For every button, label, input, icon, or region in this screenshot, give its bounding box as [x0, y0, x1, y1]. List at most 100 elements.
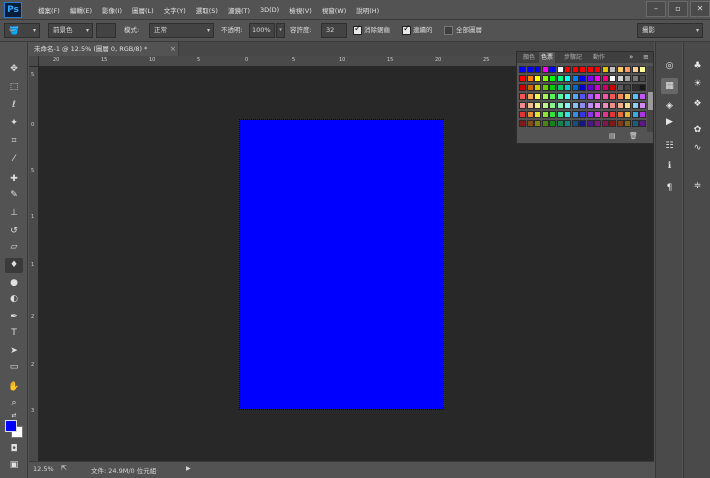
color-swatch[interactable] — [631, 111, 639, 118]
color-swatch[interactable] — [556, 111, 564, 118]
color-swatch[interactable] — [624, 66, 631, 73]
color-swatch[interactable] — [609, 120, 616, 127]
color-swatch[interactable] — [549, 102, 556, 109]
history-brush-tool-icon[interactable]: ↺ — [5, 224, 23, 239]
menu-item-9[interactable]: 視窗(W) — [317, 5, 352, 15]
tab-history[interactable]: 步驟記 — [562, 52, 584, 63]
color-swatch[interactable] — [579, 75, 586, 82]
color-swatch[interactable] — [586, 111, 594, 118]
layers-icon[interactable]: ◎ — [661, 58, 678, 74]
color-swatch[interactable] — [564, 111, 571, 118]
color-swatch[interactable] — [586, 84, 594, 91]
antialias-checkbox[interactable] — [353, 24, 362, 35]
color-swatch[interactable] — [534, 93, 541, 100]
eraser-tool-icon[interactable]: ▱ — [5, 240, 23, 255]
color-swatch[interactable] — [616, 75, 624, 82]
color-swatch[interactable] — [556, 66, 564, 73]
color-swatch[interactable] — [549, 84, 556, 91]
color-swatch[interactable] — [601, 66, 609, 73]
color-swatch[interactable] — [624, 120, 631, 127]
color-swatch[interactable] — [526, 66, 534, 73]
color-swatch[interactable] — [601, 111, 609, 118]
color-swatch[interactable] — [571, 102, 579, 109]
color-swatch[interactable] — [631, 66, 639, 73]
color-swatch[interactable] — [571, 111, 579, 118]
color-swatch[interactable] — [624, 93, 631, 100]
color-swatch[interactable] — [571, 84, 579, 91]
tolerance-field[interactable]: 32 — [321, 23, 347, 38]
color-swatch[interactable] — [519, 102, 526, 109]
menu-item-0[interactable]: 檔案(F) — [33, 5, 65, 15]
menu-item-6[interactable]: 濾鏡(T) — [223, 5, 255, 15]
color-swatch[interactable] — [586, 102, 594, 109]
export-icon[interactable]: ⇱ — [61, 464, 67, 472]
color-swatch[interactable] — [616, 93, 624, 100]
paint-bucket-tool-icon[interactable]: ♦ — [5, 258, 23, 273]
paths-icon[interactable]: ∿ — [689, 140, 706, 156]
color-swatch[interactable] — [639, 66, 646, 73]
color-swatch[interactable] — [541, 102, 549, 109]
paragraph-icon[interactable]: ¶ — [661, 180, 678, 196]
crop-tool-icon[interactable]: ⌗ — [5, 134, 23, 149]
play-icon[interactable]: ▶ — [661, 114, 678, 130]
rectangle-tool-icon[interactable]: ▭ — [5, 360, 23, 375]
color-swatch[interactable] — [549, 111, 556, 118]
color-swatch[interactable] — [571, 75, 579, 82]
color-swatch[interactable] — [609, 111, 616, 118]
color-swatch[interactable] — [631, 75, 639, 82]
menu-item-5[interactable]: 選取(S) — [191, 5, 223, 15]
menu-item-2[interactable]: 影像(I) — [97, 5, 127, 15]
color-swatch[interactable] — [601, 93, 609, 100]
styles-icon[interactable]: ✿ — [689, 122, 706, 138]
color-swatch[interactable] — [631, 102, 639, 109]
color-swatch[interactable] — [609, 84, 616, 91]
color-swatch[interactable] — [564, 75, 571, 82]
color-swatch[interactable] — [534, 102, 541, 109]
color-swatch[interactable] — [526, 84, 534, 91]
screen-mode-icon[interactable]: ▣ — [5, 458, 23, 473]
all-layers-checkbox[interactable] — [444, 26, 453, 35]
quick-mask-icon[interactable]: ◘ — [5, 442, 23, 457]
pen-tool-icon[interactable]: ✒ — [5, 310, 23, 325]
color-swatch[interactable] — [556, 84, 564, 91]
color-swatch[interactable] — [624, 102, 631, 109]
delete-swatch-icon[interactable]: 🗑 — [629, 132, 638, 140]
tool-preset-picker[interactable]: 🪣 ▾ — [4, 23, 40, 38]
document-canvas[interactable] — [239, 119, 444, 410]
color-swatch[interactable] — [541, 111, 549, 118]
fill-source-select[interactable]: 前景色 ▾ — [48, 23, 93, 38]
color-swatch[interactable] — [609, 93, 616, 100]
color-swatch[interactable] — [564, 120, 571, 127]
layers-stack-icon[interactable]: ❖ — [689, 96, 706, 112]
menu-item-7[interactable]: 3D(D) — [255, 6, 284, 14]
hand-tool-icon[interactable]: ✋ — [5, 380, 23, 395]
color-swatch[interactable] — [519, 111, 526, 118]
lasso-tool-icon[interactable]: ℓ — [5, 98, 23, 113]
color-swatch[interactable] — [616, 102, 624, 109]
color-swatch[interactable] — [639, 120, 646, 127]
color-swatch[interactable] — [541, 84, 549, 91]
color-swatch[interactable] — [594, 102, 601, 109]
type-tool-icon[interactable]: T — [5, 326, 23, 341]
color-swatch[interactable] — [586, 75, 594, 82]
color-swatch[interactable] — [564, 93, 571, 100]
close-tab-icon[interactable]: × — [170, 42, 176, 56]
brush-tool-icon[interactable]: ✎ — [5, 188, 23, 203]
color-swatch[interactable] — [631, 93, 639, 100]
color-swatch[interactable] — [534, 66, 541, 73]
color-swatch[interactable] — [601, 84, 609, 91]
color-swatch[interactable] — [639, 111, 646, 118]
adjustments-icon[interactable]: ◈ — [661, 98, 678, 114]
opacity-stepper[interactable]: ▾ — [276, 23, 285, 38]
color-swatch[interactable] — [564, 66, 571, 73]
color-swatch[interactable] — [586, 93, 594, 100]
color-swatch[interactable] — [639, 93, 646, 100]
panel-menu-icon[interactable]: ≡ — [643, 52, 649, 63]
tab-actions[interactable]: 動作 — [591, 52, 607, 63]
info-icon[interactable]: ℹ — [661, 158, 678, 174]
color-swatch[interactable] — [564, 84, 571, 91]
color-swatch[interactable] — [549, 120, 556, 127]
opacity-field[interactable]: 100% — [249, 23, 275, 38]
magic-wand-tool-icon[interactable]: ✦ — [5, 116, 23, 131]
color-swatch[interactable] — [519, 75, 526, 82]
